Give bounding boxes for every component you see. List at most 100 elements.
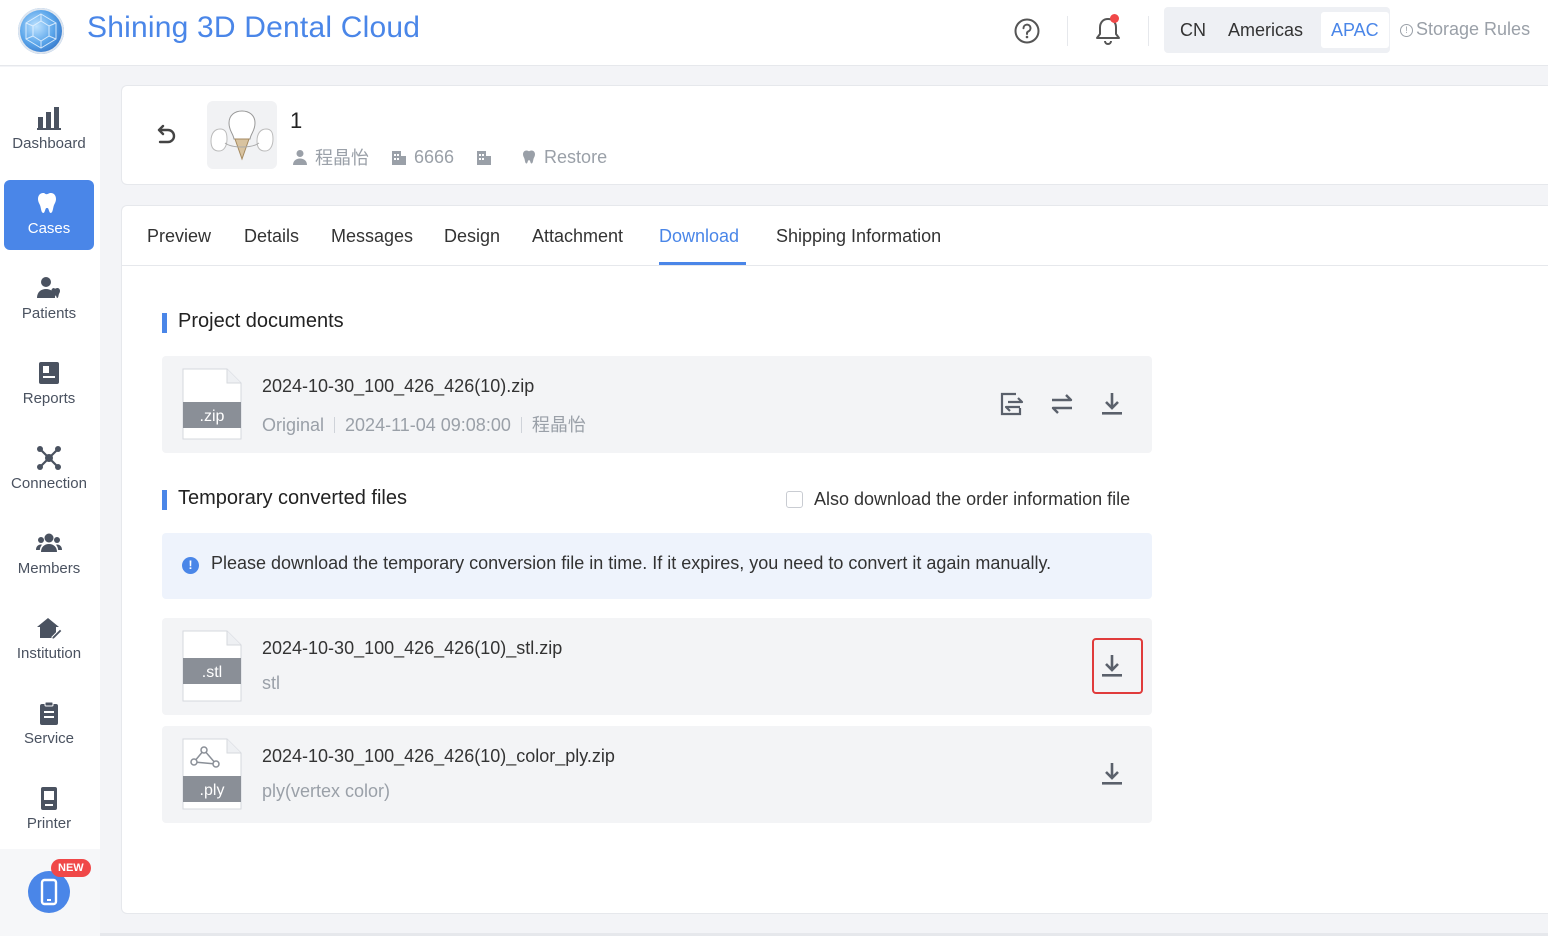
sidebar-item-dashboard[interactable]: Dashboard bbox=[4, 95, 94, 165]
sidebar-item-label: Members bbox=[17, 560, 81, 577]
help-circle-icon[interactable] bbox=[1013, 17, 1041, 45]
highlight-box bbox=[1092, 638, 1143, 694]
sidebar-item-label: Reports bbox=[22, 390, 76, 407]
sidebar-item-printer[interactable]: Printer bbox=[4, 775, 94, 845]
file-ext-label: .ply bbox=[200, 782, 225, 799]
region-americas[interactable]: Americas bbox=[1218, 12, 1313, 48]
case-clinic: 6666 bbox=[391, 147, 454, 168]
tooth-icon bbox=[523, 150, 536, 164]
header-divider bbox=[1067, 16, 1068, 46]
main-card: Preview Details Messages Design Attachme… bbox=[121, 205, 1548, 914]
storage-rules-link[interactable]: ! Storage Rules bbox=[1400, 19, 1530, 40]
members-icon bbox=[36, 533, 62, 552]
sidebar-item-label: Dashboard bbox=[12, 135, 86, 152]
top-header: Shining 3D Dental Cloud CN Americas APAC… bbox=[0, 0, 1548, 66]
file-ext-label: .stl bbox=[202, 664, 222, 681]
stl-file-icon: .stl bbox=[182, 630, 242, 702]
region-cn[interactable]: CN bbox=[1170, 12, 1216, 48]
institution-icon bbox=[37, 618, 62, 640]
sidebar-item-institution[interactable]: Institution bbox=[4, 605, 94, 675]
notice-text: Please download the temporary conversion… bbox=[211, 553, 1052, 573]
zip-file-icon: .zip bbox=[182, 368, 242, 440]
sidebar-item-reports[interactable]: Reports bbox=[4, 350, 94, 420]
tab-messages[interactable]: Messages bbox=[331, 226, 413, 247]
file-row: .zip 2024-10-30_100_426_426(10).zip Orig… bbox=[162, 356, 1152, 453]
tab-attachment[interactable]: Attachment bbox=[532, 226, 623, 247]
sidebar-item-connection[interactable]: Connection bbox=[4, 435, 94, 505]
case-clinic-name: 6666 bbox=[414, 146, 455, 167]
sidebar-item-cases[interactable]: Cases bbox=[4, 180, 94, 250]
file-row: .stl 2024-10-30_100_426_426(10)_stl.zip … bbox=[162, 618, 1152, 715]
sidebar-item-label: Institution bbox=[16, 645, 82, 662]
mobile-phone-icon bbox=[28, 871, 70, 913]
bar-chart-icon bbox=[37, 107, 61, 130]
section-title-project-documents: Project documents bbox=[162, 310, 344, 333]
file-format: ply(vertex color) bbox=[262, 781, 391, 801]
user-icon bbox=[293, 150, 307, 165]
sidebar-item-label: Patients bbox=[21, 305, 77, 322]
info-icon: ! bbox=[182, 557, 199, 574]
convert-format-icon[interactable] bbox=[998, 390, 1026, 418]
tab-design[interactable]: Design bbox=[444, 226, 500, 247]
checkbox-label: Also download the order information file bbox=[814, 489, 1131, 509]
case-type: Restore bbox=[521, 147, 607, 168]
order-info-checkbox[interactable]: Also download the order information file bbox=[786, 489, 1130, 510]
file-owner: 程晶怡 bbox=[531, 415, 586, 435]
case-lab bbox=[476, 149, 499, 165]
building-icon bbox=[477, 151, 492, 165]
building-icon bbox=[392, 151, 406, 165]
file-format: stl bbox=[262, 673, 280, 693]
new-badge: NEW bbox=[51, 859, 91, 877]
case-title: 1 bbox=[290, 108, 303, 133]
file-row: .ply 2024-10-30_100_426_426(10)_color_pl… bbox=[162, 726, 1152, 823]
connection-icon bbox=[37, 446, 61, 470]
file-name: 2024-10-30_100_426_426(10).zip bbox=[262, 376, 535, 396]
region-apac[interactable]: APAC bbox=[1321, 12, 1389, 48]
tab-shipping-information[interactable]: Shipping Information bbox=[776, 226, 941, 247]
section-title-temporary-files: Temporary converted files bbox=[162, 487, 407, 510]
case-thumbnail[interactable] bbox=[207, 101, 277, 169]
printer-icon bbox=[41, 787, 57, 810]
app-title: Shining 3D Dental Cloud bbox=[87, 11, 421, 44]
report-icon bbox=[39, 362, 59, 384]
tab-preview[interactable]: Preview bbox=[147, 226, 211, 247]
file-date: 2024-11-04 09:08:00 bbox=[345, 415, 511, 435]
sidebar-item-label: Service bbox=[23, 730, 75, 747]
patients-icon bbox=[37, 277, 60, 298]
tab-details[interactable]: Details bbox=[244, 226, 299, 247]
case-doctor-name: 程晶怡 bbox=[315, 148, 369, 168]
tab-download[interactable]: Download bbox=[659, 226, 739, 247]
mobile-app-promo[interactable]: NEW bbox=[0, 849, 100, 936]
case-doctor: 程晶怡 bbox=[292, 144, 369, 170]
active-tab-indicator bbox=[659, 262, 746, 265]
storage-rules-label: Storage Rules bbox=[1416, 19, 1531, 39]
download-icon[interactable] bbox=[1098, 760, 1126, 788]
file-ext-label: .zip bbox=[200, 408, 225, 425]
app-logo[interactable] bbox=[18, 8, 64, 54]
sidebar-item-members[interactable]: Members bbox=[4, 520, 94, 590]
back-icon[interactable] bbox=[152, 122, 178, 148]
region-switcher: CN Americas APAC bbox=[1164, 7, 1390, 53]
sidebar-item-label: Cases bbox=[27, 220, 71, 237]
header-divider bbox=[1148, 16, 1149, 46]
file-name: 2024-10-30_100_426_426(10)_stl.zip bbox=[262, 638, 563, 658]
sidebar-item-patients[interactable]: Patients bbox=[4, 265, 94, 335]
sidebar-item-label: Printer bbox=[26, 815, 72, 832]
download-icon[interactable] bbox=[1098, 390, 1126, 418]
notice-banner: ! Please download the temporary conversi… bbox=[162, 533, 1152, 599]
notification-dot bbox=[1110, 14, 1119, 23]
swap-icon[interactable] bbox=[1048, 390, 1076, 418]
info-icon: ! bbox=[1400, 24, 1413, 37]
file-meta: Original 2024-11-04 09:08:00 程晶怡 bbox=[262, 411, 586, 437]
case-meta: 程晶怡 6666 Restore bbox=[292, 144, 629, 170]
sidebar: Dashboard Cases Patients Reports Connect… bbox=[0, 67, 100, 936]
case-type-label: Restore bbox=[544, 146, 608, 167]
file-name: 2024-10-30_100_426_426(10)_color_ply.zip bbox=[262, 746, 615, 766]
checkbox-box[interactable] bbox=[786, 491, 803, 508]
sidebar-item-label: Connection bbox=[11, 475, 87, 492]
case-tabs: Preview Details Messages Design Attachme… bbox=[122, 206, 1548, 266]
sidebar-item-service[interactable]: Service bbox=[4, 690, 94, 760]
file-kind: Original bbox=[262, 415, 325, 435]
case-header-card: 1 程晶怡 6666 Restore bbox=[121, 85, 1548, 185]
tooth-icon bbox=[38, 193, 56, 213]
